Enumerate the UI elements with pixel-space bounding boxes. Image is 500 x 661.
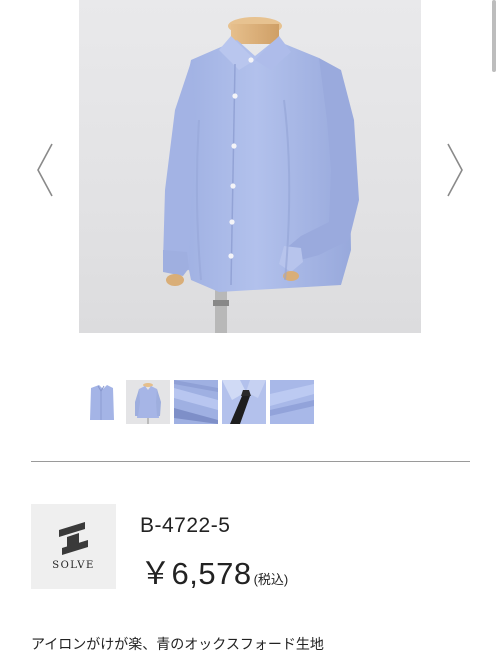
carousel-next-button[interactable] <box>443 140 467 200</box>
chevron-right-icon <box>447 143 463 197</box>
thumbnail-shirt-folded[interactable] <box>79 380 123 424</box>
product-sku: B-4722-5 <box>140 514 231 537</box>
solve-logo-icon <box>59 522 88 555</box>
thumbnail-strip <box>0 380 500 424</box>
section-divider <box>31 461 470 462</box>
thumbnail-shirt-with-tie[interactable] <box>222 380 266 424</box>
carousel-prev-button[interactable] <box>33 140 57 200</box>
brand-logo[interactable]: SOLVE <box>31 504 116 589</box>
product-main-image[interactable] <box>79 0 421 333</box>
thumbnail-shirt-full[interactable] <box>126 380 170 424</box>
thumbnail-fabric-detail[interactable] <box>270 380 314 424</box>
page-scrollbar[interactable] <box>492 0 496 72</box>
tax-note: (税込) <box>253 572 289 587</box>
product-description: アイロンがけが楽、青のオックスフォード生地 <box>31 637 324 653</box>
brand-name: SOLVE <box>52 560 95 571</box>
product-price: ￥6,578 <box>140 556 252 591</box>
thumbnail-fabric-closeup[interactable] <box>174 380 218 424</box>
shirt-illustration <box>163 17 359 333</box>
product-price-row: ￥6,578 (税込) <box>140 548 288 593</box>
chevron-left-icon <box>37 143 53 197</box>
